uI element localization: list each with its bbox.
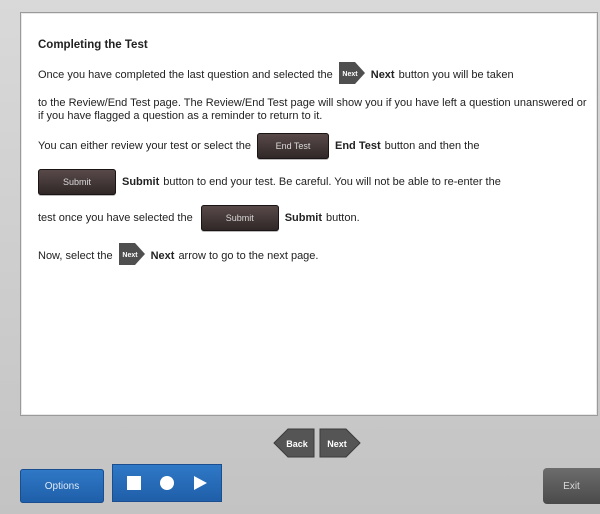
back-label: Back [286, 439, 309, 449]
options-button[interactable]: Options [20, 469, 104, 503]
paragraph-2: You can either review your test or selec… [38, 133, 593, 159]
next-arrow-icon: Next [117, 241, 147, 270]
next-icon-text: Next [122, 252, 138, 259]
next-button[interactable]: Next [318, 425, 362, 466]
paragraph-text: Now, select the [38, 249, 113, 262]
stop-icon[interactable] [124, 473, 144, 493]
paragraph-text: button to end your test. Be careful. You… [163, 176, 501, 188]
play-icon[interactable] [190, 473, 210, 493]
paragraph-text: You can either review your test or selec… [38, 140, 251, 152]
paragraph-1-line-2: to the Review/End Test page. The Review/… [38, 97, 587, 122]
next-label: Next [370, 68, 395, 81]
end-test-label: End Test [335, 140, 381, 152]
back-button[interactable]: Back [272, 425, 316, 466]
next-icon-text: Next [342, 71, 358, 78]
submit-button-image: Submit [200, 205, 279, 231]
exit-button[interactable]: Exit [543, 468, 600, 504]
next-arrow-icon: Next [337, 60, 367, 89]
app-window: Completing the Test Once you have comple… [0, 0, 600, 514]
next-label: Next [150, 249, 175, 262]
paragraph-text: arrow to go to the next page. [178, 249, 319, 262]
content-body: Completing the Test Once you have comple… [38, 39, 593, 270]
paragraph-text: button you will be taken [398, 68, 514, 81]
submit-label: Submit [122, 176, 160, 188]
end-test-button-image: End Test [257, 133, 329, 159]
record-icon[interactable] [157, 473, 177, 493]
paragraph-text: button. [326, 212, 360, 224]
page-title: Completing the Test [38, 39, 148, 51]
submit-button-image: Submit [38, 169, 116, 195]
submit-label: Submit [284, 212, 322, 224]
paragraph-5: Now, select the Next Next arrow to go to… [38, 241, 593, 270]
paragraph-text: button and then the [384, 140, 480, 152]
paragraph-4: test once you have selected the Submit S… [38, 205, 593, 231]
paragraph-text: test once you have selected the [38, 212, 193, 224]
paragraph-text: Once you have completed the last questio… [38, 68, 333, 81]
paragraph-1-line-1: Once you have completed the last questio… [38, 60, 593, 89]
content-panel: Completing the Test Once you have comple… [20, 12, 598, 416]
media-controls [112, 464, 222, 502]
next-nav-label: Next [327, 439, 347, 449]
paragraph-3: Submit Submit button to end your test. B… [38, 169, 593, 195]
